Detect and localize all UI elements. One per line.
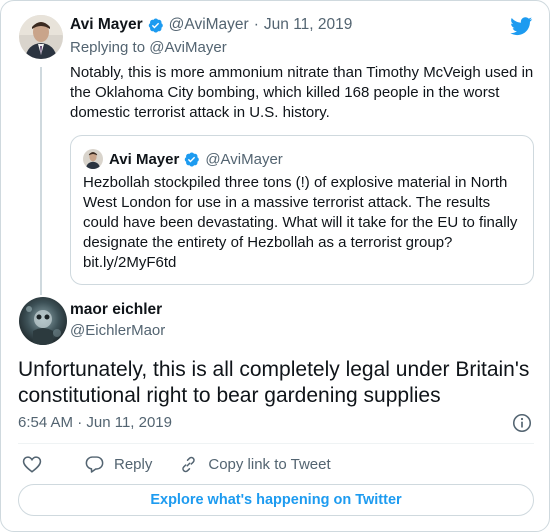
header-separator: · xyxy=(253,16,259,33)
quoted-author-name: Avi Mayer xyxy=(109,150,180,168)
main-author-avatar[interactable] xyxy=(19,297,67,345)
quoted-author-avatar xyxy=(83,149,103,169)
copy-link-label: Copy link to Tweet xyxy=(208,455,331,473)
parent-tweet-date[interactable]: Jun 11, 2019 xyxy=(264,16,352,34)
embedded-tweet-card: Avi Mayer @AviMayer · Jun 11, 2019 Reply… xyxy=(0,0,550,532)
main-tweet-timestamp[interactable]: 6:54 AM · Jun 11, 2019 xyxy=(18,414,172,431)
main-author-handle[interactable]: @EichlerMaor xyxy=(70,322,165,339)
main-author-name[interactable]: maor eichler xyxy=(70,301,162,319)
copy-link-button[interactable]: Copy link to Tweet xyxy=(178,454,331,475)
heart-icon xyxy=(22,456,42,473)
verified-badge-icon xyxy=(185,151,200,167)
reply-button[interactable]: Reply xyxy=(84,454,152,475)
info-icon[interactable] xyxy=(511,412,533,434)
thread-connector-line xyxy=(40,67,42,295)
explore-twitter-button[interactable]: Explore what's happening on Twitter xyxy=(18,484,534,516)
speech-bubble-icon xyxy=(85,455,104,473)
verified-badge-icon xyxy=(148,17,163,33)
twitter-bird-icon[interactable] xyxy=(509,15,534,37)
parent-tweet-header: Avi Mayer @AviMayer · Jun 11, 2019 xyxy=(70,16,352,34)
like-button[interactable] xyxy=(21,453,52,475)
tweet-actions: Reply Copy link to Tweet xyxy=(21,453,357,475)
quoted-tweet-text: Hezbollah stockpiled three tons (!) of e… xyxy=(83,173,523,273)
quoted-tweet-header: Avi Mayer @AviMayer xyxy=(83,149,283,169)
replying-to-line: Replying to @AviMayer xyxy=(70,39,227,56)
parent-author-avatar[interactable] xyxy=(19,15,63,59)
parent-author-handle[interactable]: @AviMayer xyxy=(169,16,249,34)
replying-to-label: Replying to xyxy=(70,39,146,56)
link-icon xyxy=(182,456,196,472)
parent-author-name[interactable]: Avi Mayer xyxy=(70,16,143,34)
divider xyxy=(18,443,534,444)
replying-to-handle[interactable]: @AviMayer xyxy=(149,39,226,56)
quoted-tweet-body: Hezbollah stockpiled three tons (!) of e… xyxy=(83,174,518,251)
parent-tweet-text: Notably, this is more ammonium nitrate t… xyxy=(70,64,534,121)
quoted-author-handle: @AviMayer xyxy=(205,150,283,168)
reply-label: Reply xyxy=(114,455,153,473)
quoted-tweet-card[interactable]: Avi Mayer @AviMayer Hezbollah stockpiled… xyxy=(70,135,534,285)
quoted-tweet-link[interactable]: bit.ly/2MyF6td xyxy=(83,254,176,271)
main-tweet-text: Unfortunately, this is all completely le… xyxy=(18,358,530,407)
